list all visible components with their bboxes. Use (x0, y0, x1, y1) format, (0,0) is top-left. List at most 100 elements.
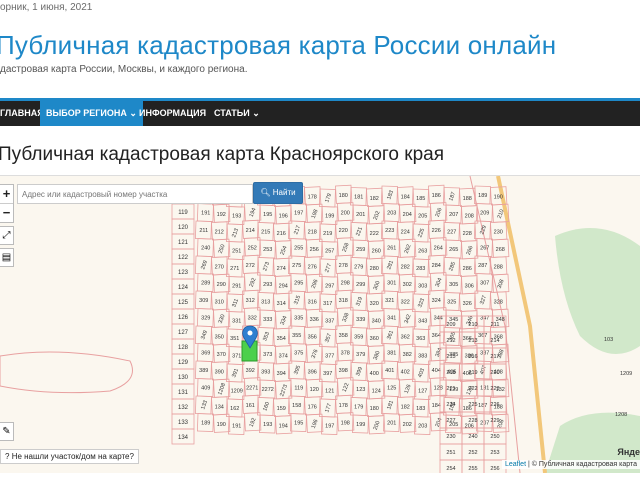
parcel-label[interactable]: 322 (401, 299, 410, 305)
parcel-label[interactable]: 382 (403, 352, 412, 358)
parcel-label[interactable]: 197 (325, 423, 334, 429)
parcel-label[interactable]: 256 (490, 466, 499, 472)
parcel-label[interactable]: 380 (373, 350, 382, 361)
parcel-label[interactable]: 290 (217, 282, 226, 288)
parcel-label[interactable]: 308 (497, 279, 506, 290)
parcel-label[interactable]: 240 (201, 245, 210, 251)
parcel-label[interactable]: 185 (416, 196, 425, 202)
parcel-label[interactable]: 399 (355, 366, 364, 377)
parcel-label[interactable]: 227 (447, 229, 456, 235)
parcel-label[interactable]: 215 (446, 354, 455, 360)
parcel-label[interactable]: 128 (178, 345, 189, 351)
parcel-label[interactable]: 213 (231, 228, 240, 239)
search-input[interactable] (17, 184, 253, 204)
parcel-label[interactable]: 257 (325, 248, 334, 254)
parcel-label[interactable]: 353 (262, 331, 271, 342)
parcel-label[interactable]: 225 (468, 402, 477, 408)
parcel-label[interactable]: 253 (490, 450, 499, 456)
parcel-label[interactable]: 354 (277, 336, 286, 342)
parcel-label[interactable]: 335 (294, 315, 303, 321)
parcel-label[interactable]: 258 (342, 242, 351, 253)
parcel-label[interactable]: 130 (178, 375, 189, 381)
parcel-label[interactable]: 281 (386, 260, 395, 271)
parcel-label[interactable]: 215 (261, 229, 270, 235)
parcel-label[interactable]: 220 (339, 228, 348, 234)
parcel-label[interactable]: 330 (218, 314, 227, 325)
parcel-label[interactable]: 200 (341, 210, 350, 216)
parcel-label[interactable]: 251 (446, 450, 455, 456)
parcel-label[interactable]: 284 (432, 263, 441, 269)
parcel-label[interactable]: 261 (387, 245, 396, 251)
leaflet-link[interactable]: Leaflet (505, 461, 526, 468)
parcel-label[interactable]: 393 (261, 369, 270, 375)
parcel-label[interactable]: 191 (201, 210, 210, 216)
parcel-label[interactable]: 159 (277, 406, 286, 412)
parcel-label[interactable]: 206 (435, 207, 444, 218)
parcel-label[interactable]: 134 (215, 404, 224, 410)
parcel-label[interactable]: 221 (355, 226, 364, 237)
parcel-label[interactable]: 363 (416, 336, 425, 342)
parcel-label[interactable]: 331 (232, 318, 241, 324)
parcel-label[interactable]: 176 (308, 404, 317, 410)
parcel-label[interactable]: 184 (401, 194, 410, 200)
parcel-label[interactable]: 253 (263, 247, 272, 253)
parcel-label[interactable]: 125 (387, 385, 396, 391)
parcel-label[interactable]: 122 (178, 255, 189, 261)
parcel-label[interactable]: 223 (490, 386, 499, 392)
parcel-label[interactable]: 317 (323, 301, 332, 307)
parcel-label[interactable]: 228 (468, 418, 477, 424)
parcel-label[interactable]: 119 (178, 210, 188, 216)
parcel-label[interactable]: 274 (277, 266, 286, 272)
parcel-label[interactable]: 217 (490, 354, 499, 360)
parcel-label[interactable]: 301 (387, 280, 396, 286)
zoom-out-button[interactable]: − (0, 204, 13, 222)
parcel-label[interactable]: 296 (311, 279, 320, 290)
parcel-label[interactable]: 209 (446, 322, 455, 328)
parcel-label[interactable]: 379 (356, 352, 365, 358)
parcel-label[interactable]: 395 (293, 365, 302, 376)
parcel-label[interactable]: 214 (490, 338, 499, 344)
parcel-label[interactable]: 389 (199, 368, 208, 374)
parcel-label[interactable]: 193 (232, 213, 241, 219)
parcel-label[interactable]: 306 (465, 283, 474, 289)
parcel-label[interactable]: 229 (479, 225, 488, 236)
nav-item-articles[interactable]: СТАТЬИ ⌄ (208, 101, 266, 126)
parcel-label[interactable]: 305 (449, 282, 458, 288)
parcel-label[interactable]: 272 (246, 263, 255, 269)
parcel-label[interactable]: 212 (215, 229, 224, 235)
parcel-label[interactable]: 269 (200, 260, 209, 271)
parcel-label[interactable]: 252 (248, 245, 257, 251)
parcel-label[interactable]: 202 (373, 210, 382, 221)
parcel-label[interactable]: 381 (387, 350, 396, 356)
parcel-label[interactable]: 339 (356, 317, 365, 323)
parcel-label[interactable]: 230 (446, 434, 455, 440)
parcel-label[interactable]: 187 (448, 191, 457, 202)
parcel-label[interactable]: 268 (496, 247, 505, 253)
parcel-label[interactable]: 340 (372, 318, 381, 324)
parcel-label[interactable]: 311 (231, 298, 240, 308)
parcel-label[interactable]: 179 (354, 404, 363, 410)
parcel-label[interactable]: 373 (263, 352, 272, 358)
parcel-label[interactable]: 209 (480, 210, 489, 216)
parcel-label[interactable]: 402 (401, 369, 410, 375)
parcel-label[interactable]: 195 (263, 212, 272, 218)
cadastral-map[interactable]: 119 120 121 122 123 124 125 126 127 128 129 130 131 1… (0, 175, 640, 473)
parcel-label[interactable]: 400 (370, 371, 379, 377)
parcel-label[interactable]: 374 (279, 353, 288, 359)
parcel-label[interactable]: 376 (311, 349, 320, 360)
parcel-label[interactable]: 320 (370, 301, 379, 307)
parcel-label[interactable]: 401 (385, 368, 394, 374)
parcel-label[interactable]: 201 (356, 212, 365, 218)
parcel-label[interactable]: 197 (294, 210, 303, 216)
parcel-label[interactable]: 254 (280, 245, 289, 256)
parcel-label[interactable]: 278 (339, 263, 348, 269)
parcel-label[interactable]: 184 (432, 403, 441, 409)
parcel-label[interactable]: 189 (201, 420, 210, 426)
parcel-label[interactable]: 314 (277, 301, 286, 307)
parcel-label[interactable]: 391 (231, 368, 240, 379)
parcel-label[interactable]: 370 (217, 352, 226, 358)
parcel-label[interactable]: 187 (478, 403, 487, 409)
parcel-label[interactable]: 371 (232, 353, 241, 359)
parcel-label[interactable]: 199 (325, 213, 334, 219)
print-icon[interactable]: ▤ (0, 248, 14, 267)
